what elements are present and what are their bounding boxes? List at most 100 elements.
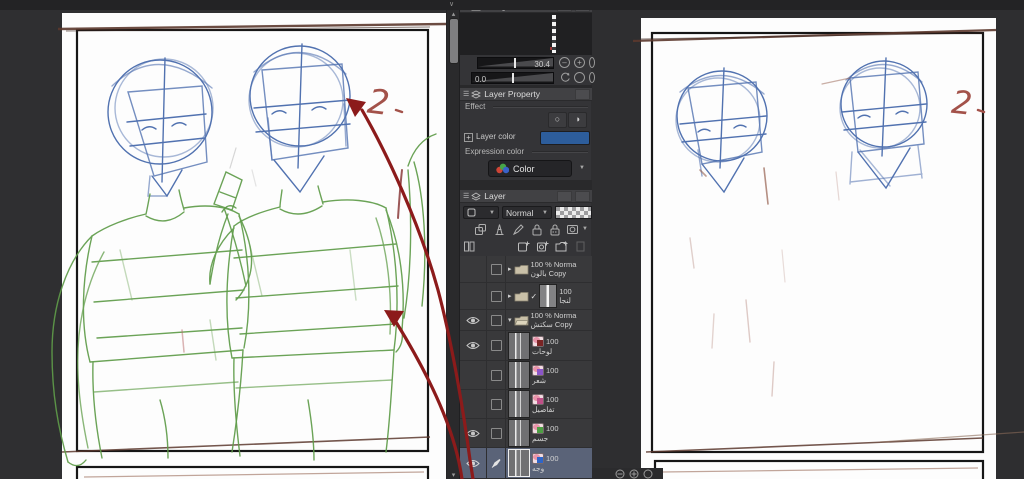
layer-info: 100 % Norma xyxy=(530,311,577,320)
collapse-chevron-icon[interactable]: ▾ xyxy=(508,316,512,324)
layer-color-chip xyxy=(532,453,544,464)
opacity-slider[interactable] xyxy=(555,206,592,219)
visibility-cell[interactable] xyxy=(460,448,487,478)
navigator-preview[interactable] xyxy=(460,13,592,55)
layer-thumbnail[interactable] xyxy=(508,390,530,418)
panel-tab-icon[interactable] xyxy=(575,88,590,100)
lock-transparent-pixels-icon[interactable] xyxy=(549,223,562,236)
check-cell[interactable] xyxy=(487,310,506,330)
right-canvas-view[interactable] xyxy=(591,10,1024,479)
visibility-cell[interactable] xyxy=(460,256,487,282)
collapse-chevron-icon[interactable]: ∨ xyxy=(449,0,454,10)
layer-info: 100 % Norma xyxy=(530,260,577,269)
panel-menu-icon[interactable]: ☰ xyxy=(463,90,469,98)
layer-row-hair[interactable]: 100 شعر xyxy=(460,361,592,390)
brush-shape-dropdown[interactable]: ▼ xyxy=(463,206,499,219)
open-folder-icon xyxy=(513,315,529,325)
rotate-button[interactable] xyxy=(574,72,585,83)
check-cell[interactable] xyxy=(487,283,506,309)
navigator-rotate-row: 0.0 xyxy=(460,71,595,85)
visibility-cell[interactable] xyxy=(460,331,487,360)
rotate-button-2[interactable] xyxy=(589,72,595,83)
layer-row-body[interactable]: 100 جسم xyxy=(460,419,592,448)
layer-row-face-selected[interactable]: 100 وجه xyxy=(460,448,592,479)
chevron-down-icon[interactable]: ▼ xyxy=(579,165,585,171)
right-view-zoom-toolbar[interactable] xyxy=(591,468,663,479)
check-cell[interactable] xyxy=(487,419,506,447)
rotate-slider[interactable]: 0.0 xyxy=(471,72,554,84)
zoom-in-button[interactable]: + xyxy=(574,57,585,68)
lock-layer-icon[interactable] xyxy=(531,223,544,236)
new-vector-layer-icon[interactable] xyxy=(536,240,549,253)
checkbox[interactable] xyxy=(490,263,502,275)
checkbox[interactable] xyxy=(490,398,502,410)
eye-icon[interactable] xyxy=(466,459,480,468)
zoom-slider[interactable]: 30.4 xyxy=(477,57,554,69)
visibility-cell[interactable] xyxy=(460,419,487,447)
layer-row-details[interactable]: 100 تفاصيل xyxy=(460,390,592,419)
expand-chevron-icon[interactable]: ▸ xyxy=(508,292,512,300)
delete-layer-icon[interactable] xyxy=(574,240,587,253)
zoom-fit-button[interactable] xyxy=(589,57,595,68)
layers-icon xyxy=(471,192,482,200)
layer-row-panels[interactable]: 100 لوحات xyxy=(460,331,592,361)
check-cell[interactable] xyxy=(487,331,506,360)
layer-thumbnail[interactable] xyxy=(508,331,530,360)
draft-layer-icon[interactable] xyxy=(512,223,525,236)
panel-menu-icon[interactable]: ☰ xyxy=(463,192,469,200)
panel-tab-icon[interactable] xyxy=(557,190,572,202)
checkbox[interactable] xyxy=(490,290,502,302)
color-button-label: Color xyxy=(513,163,535,174)
scrollbar-thumb[interactable] xyxy=(449,18,459,64)
visibility-cell[interactable] xyxy=(460,361,487,389)
enable-mask-icon[interactable] xyxy=(566,223,579,236)
zoom-out-button[interactable]: – xyxy=(559,57,570,68)
layer-list: ▸ 100 % Norma بالون Copy ▸ ✓ 100 لنجا ▾ … xyxy=(460,256,592,479)
new-folder-icon[interactable] xyxy=(555,240,568,253)
visibility-cell[interactable] xyxy=(460,310,487,330)
layer-thumbnail[interactable] xyxy=(508,449,530,477)
layer-thumbnail[interactable] xyxy=(539,284,558,308)
check-cell[interactable] xyxy=(487,361,506,389)
checkbox[interactable] xyxy=(490,369,502,381)
tone-effect-button[interactable]: ◑ xyxy=(568,112,587,128)
panel-tab-icon[interactable] xyxy=(575,190,590,202)
checkbox[interactable] xyxy=(490,314,502,326)
clip-to-layer-icon[interactable] xyxy=(474,223,487,236)
border-effect-button[interactable]: ○ xyxy=(548,112,567,128)
check-cell[interactable] xyxy=(487,448,506,478)
layer-row-balloon-folder[interactable]: ▸ 100 % Norma بالون Copy xyxy=(460,256,592,283)
layer-row-lineart-folder[interactable]: ▸ ✓ 100 لنجا xyxy=(460,283,592,310)
eye-icon[interactable] xyxy=(466,316,480,325)
navigator-zoom-row: 30.4 – + xyxy=(460,56,595,70)
layer-opacity: 100 xyxy=(546,395,559,404)
layer-thumbnail[interactable] xyxy=(508,361,530,389)
left-view-scrollbar[interactable]: ▴ ▾ xyxy=(446,10,459,479)
left-canvas-view[interactable] xyxy=(0,10,446,479)
eye-icon[interactable] xyxy=(466,341,480,350)
check-cell[interactable] xyxy=(487,256,506,282)
expand-chevron-icon[interactable]: ▸ xyxy=(508,265,512,273)
layer-thumbnail[interactable] xyxy=(508,419,530,447)
visibility-cell[interactable] xyxy=(460,390,487,418)
expand-layer-color-icon[interactable]: + xyxy=(464,133,473,142)
palette-layout-icon[interactable] xyxy=(463,240,476,253)
blend-mode-dropdown[interactable]: Normal ▼ xyxy=(502,206,552,219)
layer-row-sketch-folder[interactable]: ▾ 100 % Norma سكتش Copy xyxy=(460,310,592,331)
new-raster-layer-icon[interactable] xyxy=(517,240,530,253)
rgb-color-icon xyxy=(496,163,509,174)
reference-layer-icon[interactable] xyxy=(493,223,506,236)
eye-icon[interactable] xyxy=(466,429,480,438)
layer-name: جسم xyxy=(532,434,549,443)
expression-color-dropdown[interactable]: Color xyxy=(488,160,572,177)
chevron-down-icon[interactable]: ▼ xyxy=(582,226,588,232)
check-cell[interactable] xyxy=(487,390,506,418)
layer-name: وجه xyxy=(532,464,545,473)
layer-panel-header[interactable]: ☰ Layer xyxy=(460,190,592,203)
checkbox[interactable] xyxy=(490,340,502,351)
checkbox[interactable] xyxy=(490,427,502,439)
layer-property-header[interactable]: ☰ Layer Property xyxy=(460,88,592,101)
visibility-cell[interactable] xyxy=(460,283,487,309)
layer-color-swatch[interactable] xyxy=(540,131,590,145)
rotate-reset-icon[interactable] xyxy=(560,72,571,83)
